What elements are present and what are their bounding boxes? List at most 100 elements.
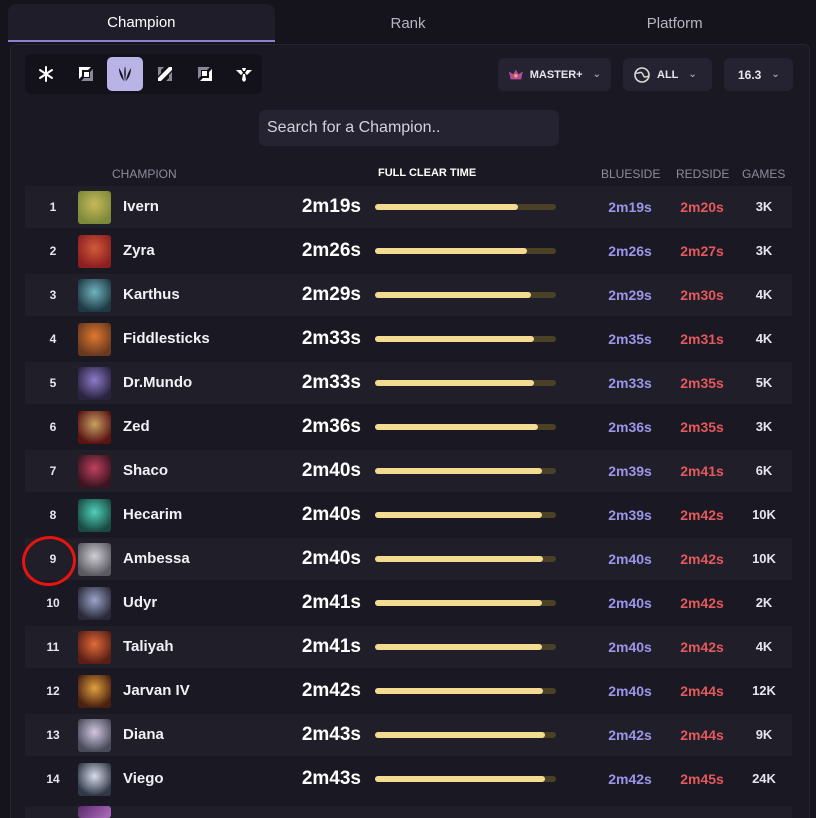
full-clear-time: 2m40s [301, 460, 361, 481]
full-clear-time: 2m42s [301, 680, 361, 701]
clear-time-bar-fill [375, 380, 535, 386]
champion-name[interactable]: Zyra [123, 230, 155, 272]
clear-time-bar [375, 424, 556, 430]
table-row[interactable]: 11 Taliyah 2m41s 2m40s 2m42s 4K [25, 626, 792, 668]
champion-name[interactable]: Dr.Mundo [123, 362, 192, 404]
champion-name[interactable]: Diana [123, 714, 164, 756]
table-row[interactable]: 9 Ambessa 2m40s 2m40s 2m42s 10K [25, 538, 792, 580]
table-row[interactable]: 10 Udyr 2m41s 2m40s 2m42s 2K [25, 582, 792, 624]
clear-time-bar-fill [375, 248, 528, 254]
blueside-time: 2m19s [608, 199, 652, 215]
rank-number: 2 [49, 244, 57, 258]
champion-name[interactable]: Shaco [123, 450, 168, 492]
clear-time-bar-fill [375, 292, 531, 298]
blueside-time: 2m40s [608, 639, 652, 655]
games-count: 12K [752, 683, 776, 698]
table-row[interactable]: 7 Shaco 2m40s 2m39s 2m41s 6K [25, 450, 792, 492]
platform-dropdown-label: ALL [657, 68, 679, 81]
support-icon[interactable] [226, 57, 262, 91]
platform-dropdown[interactable]: ALL ⌄ [623, 58, 712, 91]
rank-number: 12 [46, 684, 60, 698]
patch-dropdown[interactable]: 16.3 ⌄ [724, 58, 793, 91]
table-row[interactable]: 13 Diana 2m43s 2m42s 2m44s 9K [25, 714, 792, 756]
table-row[interactable]: 1 Ivern 2m19s 2m19s 2m20s 3K [25, 186, 792, 228]
champion-name[interactable]: Jarvan IV [123, 670, 190, 712]
clear-time-bar-fill [375, 512, 542, 518]
master-emblem-icon [508, 69, 523, 79]
champion-name[interactable]: Ambessa [123, 538, 190, 580]
jungle-icon[interactable] [107, 57, 144, 91]
games-count: 4K [755, 639, 773, 654]
table-row[interactable]: 2 Zyra 2m26s 2m26s 2m27s 3K [25, 230, 792, 272]
mid-icon[interactable] [147, 57, 183, 91]
champion-name[interactable]: Karthus [123, 274, 180, 316]
clear-time-bar-fill [375, 424, 538, 430]
table-row[interactable]: 4 Fiddlesticks 2m33s 2m35s 2m31s 4K [25, 318, 792, 360]
champion-name[interactable]: Viego [123, 758, 164, 800]
all-roles-icon[interactable] [28, 57, 64, 91]
games-count: 24K [752, 771, 776, 786]
clear-time-bar [375, 292, 556, 298]
champion-avatar [78, 499, 111, 532]
tab-platform[interactable]: Platform [541, 4, 808, 42]
clear-time-bar-fill [375, 776, 546, 782]
games-count: 9K [755, 727, 773, 742]
table-row[interactable]: 3 Karthus 2m29s 2m29s 2m30s 4K [25, 274, 792, 316]
table-row[interactable]: 12 Jarvan IV 2m42s 2m40s 2m44s 12K [25, 670, 792, 712]
full-clear-time: 2m41s [301, 592, 361, 613]
tab-champion[interactable]: Champion [8, 4, 275, 42]
champion-name[interactable]: Ivern [123, 186, 159, 228]
column-header-redside[interactable]: REDSIDE [676, 167, 729, 181]
chevron-down-icon: ⌄ [771, 69, 780, 80]
table-row[interactable]: 14 Viego 2m43s 2m42s 2m45s 24K [25, 758, 792, 800]
table-row[interactable] [25, 806, 792, 818]
full-clear-time: 2m36s [301, 416, 361, 437]
champion-name[interactable]: Fiddlesticks [123, 318, 210, 360]
champion-avatar [78, 235, 111, 268]
champion-avatar [78, 806, 111, 818]
champion-name[interactable]: Zed [123, 406, 150, 448]
rank-number: 4 [49, 332, 57, 346]
rank-dropdown[interactable]: MASTER+ ⌄ [498, 58, 611, 91]
champion-search-input[interactable] [259, 110, 559, 146]
games-count: 6K [755, 463, 773, 478]
blueside-time: 2m40s [608, 551, 652, 567]
rank-number: 13 [46, 728, 60, 742]
champion-avatar [78, 631, 111, 664]
champion-name[interactable]: Hecarim [123, 494, 182, 536]
table-row[interactable]: 8 Hecarim 2m40s 2m39s 2m42s 10K [25, 494, 792, 536]
top-icon[interactable] [68, 57, 104, 91]
clear-time-bar [375, 468, 556, 474]
redside-time: 2m42s [680, 639, 724, 655]
column-header-blueside[interactable]: BLUESIDE [601, 167, 660, 181]
tab-bar: Champion Rank Platform [8, 4, 808, 42]
champion-avatar [78, 279, 111, 312]
champion-avatar [78, 411, 111, 444]
column-header-clear-time[interactable]: FULL CLEAR TIME [378, 167, 476, 179]
role-filter [25, 54, 262, 94]
clear-time-bar-fill [375, 600, 542, 606]
redside-time: 2m42s [680, 595, 724, 611]
champion-avatar [78, 455, 111, 488]
clear-time-bar [375, 556, 556, 562]
table-row[interactable]: 6 Zed 2m36s 2m36s 2m35s 3K [25, 406, 792, 448]
bot-icon[interactable] [187, 57, 223, 91]
clear-time-bar [375, 512, 556, 518]
clear-time-bar [375, 644, 556, 650]
champion-avatar [78, 543, 111, 576]
column-header-games[interactable]: GAMES [742, 167, 785, 181]
tab-rank[interactable]: Rank [275, 4, 542, 42]
clear-time-bar [375, 204, 556, 210]
games-count: 2K [755, 595, 773, 610]
clear-time-bar-fill [375, 556, 544, 562]
column-header-champion[interactable]: CHAMPION [112, 167, 177, 181]
redside-time: 2m31s [680, 331, 724, 347]
champion-name[interactable]: Udyr [123, 582, 157, 624]
redside-time: 2m41s [680, 463, 724, 479]
table-row[interactable]: 5 Dr.Mundo 2m33s 2m33s 2m35s 5K [25, 362, 792, 404]
blueside-time: 2m39s [608, 463, 652, 479]
rank-number: 7 [49, 464, 57, 478]
champion-name[interactable]: Taliyah [123, 626, 174, 668]
redside-time: 2m27s [680, 243, 724, 259]
games-count: 3K [755, 419, 773, 434]
